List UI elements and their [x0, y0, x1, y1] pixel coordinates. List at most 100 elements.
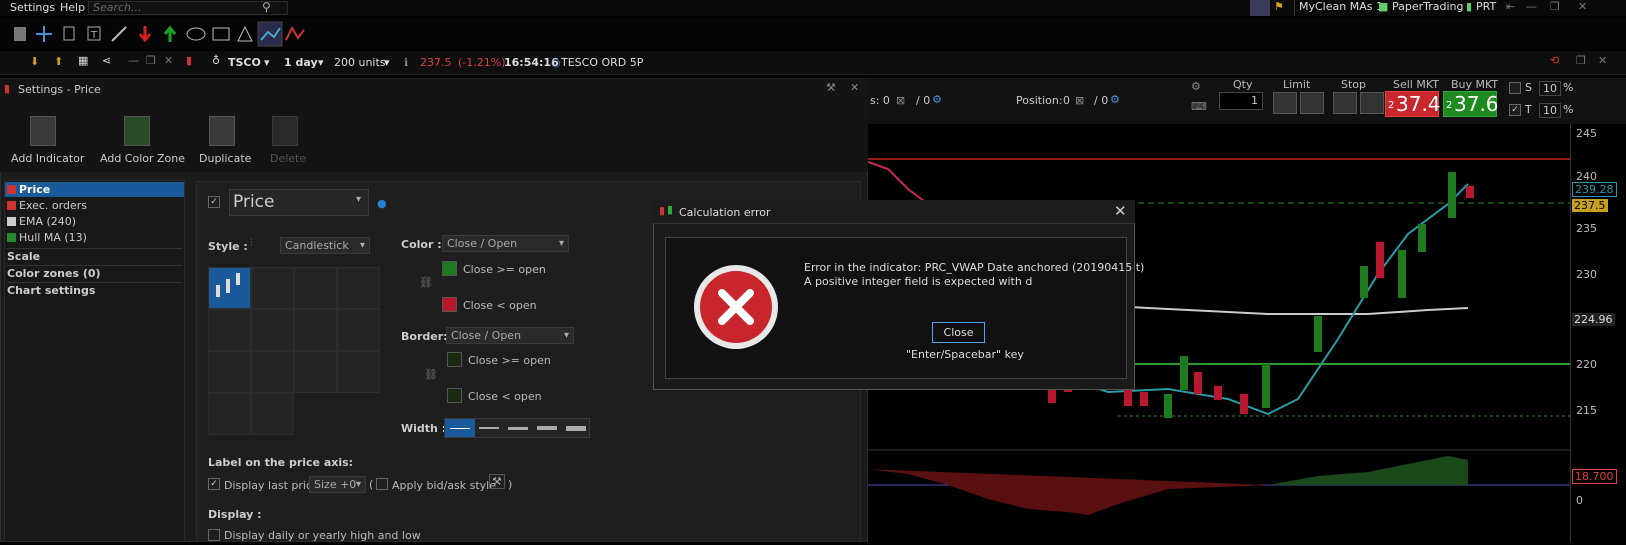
add-indicator-button[interactable]: Add Indicator — [11, 152, 84, 165]
flag-icon[interactable]: ⚑ — [1274, 0, 1284, 13]
globe-icon[interactable]: ● — [377, 197, 387, 210]
size-select[interactable]: Size +0 — [309, 476, 366, 493]
s-checkbox[interactable] — [1509, 82, 1521, 94]
bidask-checkbox[interactable] — [376, 478, 388, 490]
indicator-name-input[interactable]: Price — [229, 189, 369, 216]
width-option-2[interactable] — [479, 427, 499, 429]
limit-buy-button[interactable] — [1273, 92, 1297, 114]
qty-input[interactable]: 1 — [1219, 92, 1263, 110]
style-option[interactable] — [337, 267, 380, 309]
pct1-input[interactable]: 10 — [1539, 81, 1561, 96]
style-select[interactable]: Candlestick — [280, 237, 370, 254]
dialog-close-icon[interactable]: ✕ — [1114, 202, 1127, 220]
style-option[interactable] — [251, 393, 294, 435]
chart-maximize-icon[interactable]: ❐ — [1576, 54, 1586, 67]
position-x-icon[interactable]: ⊠ — [1075, 94, 1084, 107]
border-link-icon[interactable]: ⛓ — [424, 368, 438, 381]
chart-close-icon[interactable]: ✕ — [1598, 54, 1607, 67]
minimize-icon[interactable]: — — [1526, 0, 1537, 16]
list-item-hull[interactable]: Hull MA (13) — [5, 230, 184, 245]
orders-x-icon[interactable]: ⊠ — [896, 94, 905, 107]
color-select[interactable]: Close / Open — [442, 235, 569, 252]
timeframe-chevron-icon[interactable]: ▾ — [318, 56, 324, 69]
width-option-5[interactable] — [566, 426, 586, 431]
t-checkbox[interactable]: ✓ — [1509, 104, 1521, 116]
candle-icon[interactable]: ▮ — [186, 54, 192, 67]
limit-sell-button[interactable] — [1300, 92, 1324, 114]
width-option-3[interactable] — [508, 427, 528, 430]
stop-sell-button[interactable] — [1360, 92, 1384, 114]
style-option[interactable] — [294, 267, 337, 309]
maximize-icon[interactable]: ❐ — [1550, 0, 1560, 16]
width-option-4[interactable] — [537, 426, 557, 430]
timeframe-select[interactable]: 1 day — [284, 56, 318, 69]
style-option[interactable] — [208, 309, 251, 351]
panel-maximize-icon[interactable]: ❐ — [146, 54, 156, 67]
buy-mkt-button[interactable]: 2 37.6 — [1443, 91, 1499, 117]
delete-icon[interactable] — [272, 116, 298, 146]
style-option[interactable] — [294, 309, 337, 351]
delete-button[interactable]: Delete — [270, 152, 306, 165]
pin-icon[interactable]: ⇤ — [1506, 0, 1515, 16]
upload-icon[interactable]: ⬆ — [54, 55, 63, 68]
layout-icon[interactable]: ▦ — [78, 54, 88, 67]
section-scale[interactable]: Scale — [7, 248, 182, 263]
list-item-ema[interactable]: EMA (240) — [5, 214, 184, 229]
chart-tool-icon[interactable] — [1250, 0, 1270, 16]
stop-buy-button[interactable] — [1333, 92, 1357, 114]
close-button[interactable]: Close — [932, 322, 985, 343]
symbol-chevron-icon[interactable]: ▾ — [264, 56, 270, 69]
duplicate-icon[interactable] — [209, 116, 235, 146]
price-visible-checkbox[interactable]: ✓ — [208, 196, 220, 208]
orders-gear-icon[interactable]: ⚙ — [932, 93, 942, 106]
share-icon[interactable]: ⋖ — [102, 54, 111, 67]
pct2-input[interactable]: 10 — [1539, 103, 1561, 118]
style-option[interactable] — [337, 309, 380, 351]
list-item-price[interactable]: Price — [5, 182, 184, 197]
style-option[interactable] — [251, 351, 294, 393]
close-icon[interactable]: ✕ — [1578, 0, 1587, 16]
search-input[interactable]: Search... — [88, 1, 288, 15]
section-color-zones[interactable]: Color zones (0) — [7, 265, 182, 280]
border-select[interactable]: Close / Open — [446, 327, 574, 344]
panel-close-icon[interactable]: ✕ — [164, 54, 173, 67]
position-gear-icon[interactable]: ⚙ — [1110, 93, 1120, 106]
up-color-swatch[interactable] — [442, 261, 457, 276]
link-icon[interactable]: ⛓ — [419, 276, 433, 289]
width-selector[interactable] — [444, 418, 590, 438]
paper-trading-label[interactable]: PaperTrading — [1392, 0, 1464, 16]
prt-label[interactable]: PRT — [1476, 0, 1496, 16]
symbol-select[interactable]: TSCO — [228, 56, 261, 69]
style-option[interactable] — [251, 309, 294, 351]
duplicate-button[interactable]: Duplicate — [199, 152, 251, 165]
sell-mkt-button[interactable]: 2 37.4 — [1385, 91, 1441, 117]
style-option[interactable] — [251, 267, 294, 309]
units-select[interactable]: 200 units — [334, 56, 386, 69]
list-item-exec-orders[interactable]: Exec. orders — [5, 198, 184, 213]
ticker-icon[interactable]: ♁ — [212, 54, 220, 67]
download-icon[interactable]: ⬇ — [30, 55, 39, 68]
keyboard-icon[interactable]: ⌨ — [1191, 100, 1207, 113]
settings-close-icon[interactable]: ✕ — [850, 81, 859, 94]
bidask-wrench-icon[interactable]: ⚒ — [489, 474, 505, 489]
menu-help[interactable]: Help — [60, 1, 85, 14]
style-option[interactable] — [294, 351, 337, 393]
section-chart-settings[interactable]: Chart settings — [7, 282, 182, 297]
menu-settings[interactable]: Settings — [10, 1, 55, 14]
settings-wrench-icon[interactable]: ⚒ — [826, 81, 836, 94]
border-down-swatch[interactable] — [447, 388, 462, 403]
info-icon[interactable]: ℹ — [404, 56, 408, 69]
display-last-price-checkbox[interactable]: ✓ — [208, 478, 220, 490]
style-option[interactable] — [337, 351, 380, 393]
units-chevron-icon[interactable]: ▾ — [384, 56, 390, 69]
down-color-swatch[interactable] — [442, 297, 457, 312]
add-indicator-icon[interactable] — [30, 116, 56, 146]
border-up-swatch[interactable] — [447, 352, 462, 367]
myclean-label[interactable]: MyClean MAs 1 — [1294, 0, 1387, 16]
panel-minimize-icon[interactable]: — — [128, 54, 139, 67]
trade-settings-icon[interactable]: ⚙ — [1191, 80, 1201, 93]
style-option[interactable] — [208, 393, 251, 435]
search-icon[interactable]: ⚲ — [262, 0, 271, 14]
style-option[interactable] — [208, 351, 251, 393]
display-daily-checkbox[interactable] — [208, 529, 220, 541]
